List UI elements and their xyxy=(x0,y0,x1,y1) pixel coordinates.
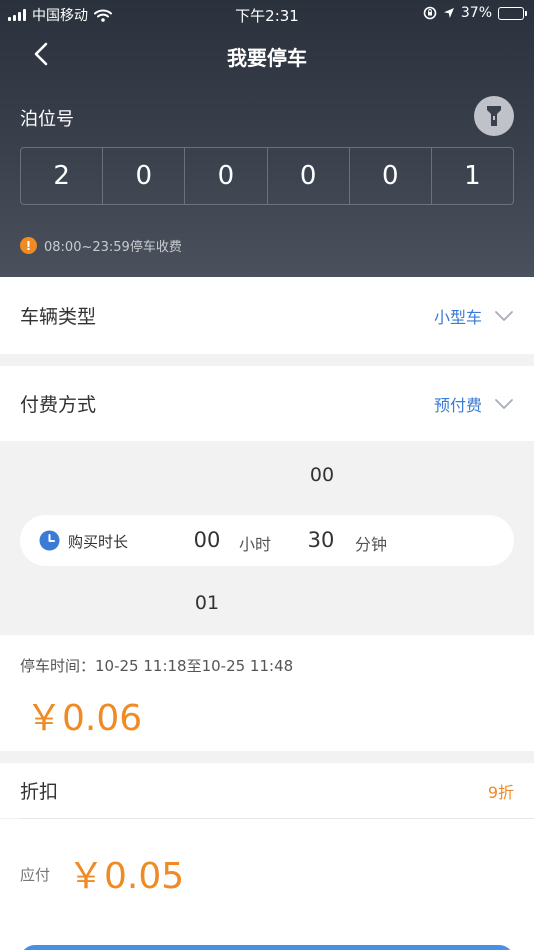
header: 中国移动 下午2:31 37% 我要停车 泊位号 2 0 0 0 0 1 ! 0… xyxy=(0,0,534,277)
chevron-down-icon xyxy=(495,310,513,321)
discount-row: 折扣 9折 xyxy=(0,763,534,818)
fee-notice-text: 08:00~23:59停车收费 xyxy=(44,240,182,255)
payment-method-row[interactable]: 付费方式 预付费 xyxy=(0,366,534,441)
status-bar: 中国移动 下午2:31 37% xyxy=(0,0,534,28)
discount-value: 9折 xyxy=(487,782,514,802)
submit-button[interactable] xyxy=(20,945,514,950)
battery-percent: 37% xyxy=(460,5,492,21)
payment-method-label: 付费方式 xyxy=(20,394,97,416)
status-right: 37% xyxy=(423,5,527,21)
duration-picker[interactable]: 00 购买时长 00 小时 30 分钟 01 xyxy=(0,441,534,635)
berth-digit[interactable]: 1 xyxy=(432,148,513,204)
flashlight-icon xyxy=(487,106,501,126)
berth-number-input[interactable]: 2 0 0 0 0 1 xyxy=(20,147,514,205)
payable-amount: ￥0.05 xyxy=(68,856,185,897)
minutes-wheel-value[interactable]: 30 xyxy=(296,528,346,552)
berth-digit[interactable]: 0 xyxy=(350,148,432,204)
warning-icon: ! xyxy=(20,237,37,254)
berth-digit[interactable]: 0 xyxy=(268,148,350,204)
minutes-unit: 分钟 xyxy=(355,535,388,554)
payment-method-value: 预付费 xyxy=(433,395,482,415)
berth-digit[interactable]: 0 xyxy=(185,148,268,204)
picker-hour-below[interactable]: 01 xyxy=(181,592,233,614)
duration-label: 购买时长 xyxy=(68,533,129,551)
parking-price: ￥0.06 xyxy=(26,698,143,739)
vehicle-type-label: 车辆类型 xyxy=(20,306,97,328)
picker-selection-bar: 购买时长 00 小时 30 分钟 xyxy=(20,515,514,566)
berth-label: 泊位号 xyxy=(20,109,74,130)
page-title: 我要停车 xyxy=(227,46,307,70)
hours-unit: 小时 xyxy=(239,535,272,554)
location-icon xyxy=(443,8,454,18)
chevron-down-icon xyxy=(495,398,513,409)
vehicle-type-row[interactable]: 车辆类型 小型车 xyxy=(0,277,534,354)
parking-time-card: 停车时间：10-25 11:18至10-25 11:48 ￥0.06 xyxy=(0,635,534,751)
parking-time-text: 停车时间：10-25 11:18至10-25 11:48 xyxy=(20,657,294,675)
vehicle-type-select[interactable]: 小型车 xyxy=(434,304,514,328)
picker-minute-above[interactable]: 00 xyxy=(296,464,348,486)
hours-wheel-value[interactable]: 00 xyxy=(182,528,232,552)
discount-label: 折扣 xyxy=(20,781,59,803)
vehicle-type-value: 小型车 xyxy=(433,307,482,327)
berth-digit[interactable]: 0 xyxy=(103,148,186,204)
clock-icon xyxy=(39,530,60,551)
battery-icon xyxy=(498,6,527,20)
flashlight-button[interactable] xyxy=(474,96,514,136)
payment-method-select[interactable]: 预付费 xyxy=(434,392,514,416)
payable-label: 应付 xyxy=(20,866,51,884)
berth-digit[interactable]: 2 xyxy=(21,148,104,204)
rotation-lock-icon xyxy=(423,6,437,20)
fee-notice: ! 08:00~23:59停车收费 xyxy=(20,236,182,255)
payable-section: 应付 ￥0.05 xyxy=(0,819,534,950)
